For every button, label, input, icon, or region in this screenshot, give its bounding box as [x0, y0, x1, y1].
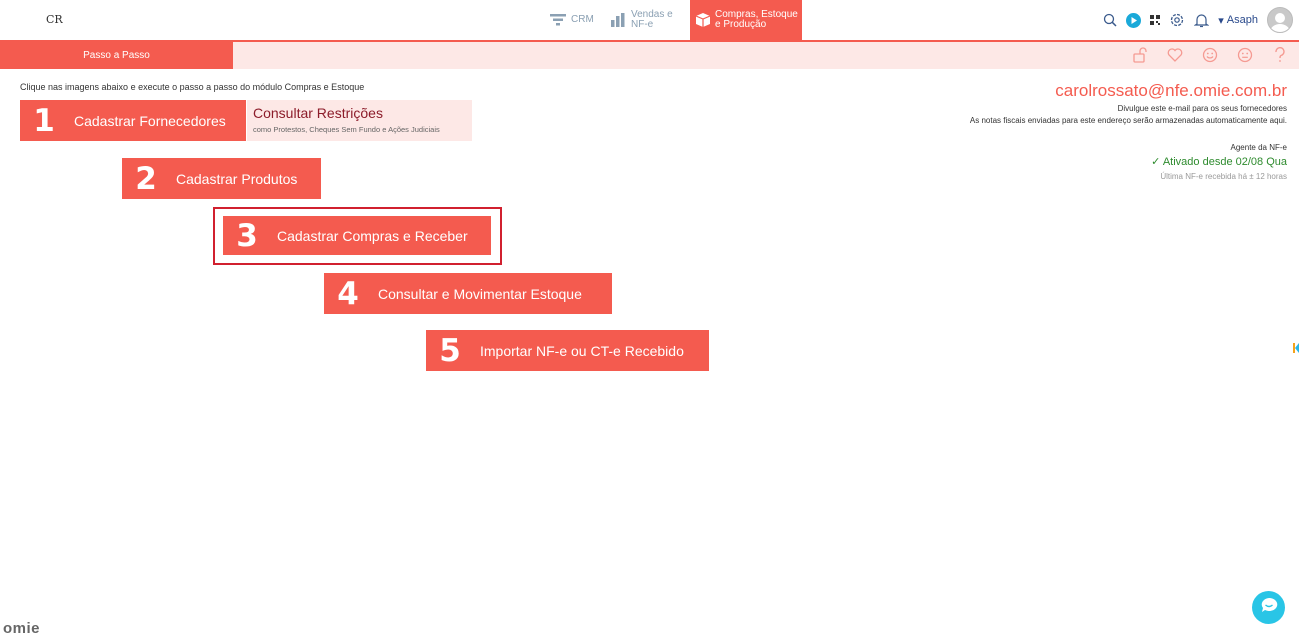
nfe-email[interactable]: carolrossato@nfe.omie.com.br — [970, 81, 1287, 101]
unlock-icon[interactable] — [1131, 46, 1149, 64]
step-label: Consultar e Movimentar Estoque — [378, 285, 582, 302]
nav-crm-label: CRM — [571, 14, 594, 25]
step-number: 3 — [236, 217, 258, 254]
tab-passo-a-passo[interactable]: Passo a Passo — [0, 42, 233, 69]
step-1-cadastrar-fornecedores[interactable]: 1 Cadastrar Fornecedores — [20, 100, 246, 141]
nfe-info-line-2: As notas fiscais enviadas para este ende… — [969, 116, 1287, 125]
step-5-importar-nfe[interactable]: 5 Importar NF-e ou CT-e Recebido — [426, 330, 709, 371]
intro-text: Clique nas imagens abaixo e execute o pa… — [20, 82, 365, 92]
nav-compras-label: Compras, Estoque e Produção — [715, 9, 798, 30]
play-icon[interactable] — [1126, 12, 1142, 28]
last-received: Última NF-e recebida há ± 12 horas — [1160, 172, 1287, 181]
step-label: Cadastrar Fornecedores — [74, 112, 226, 129]
check-icon: ✓ — [1151, 156, 1161, 168]
step-4-consultar-estoque[interactable]: 4 Consultar e Movimentar Estoque — [324, 273, 612, 314]
step-number: 1 — [33, 102, 55, 139]
step-label: Importar NF-e ou CT-e Recebido — [480, 342, 684, 359]
agent-label: Agente da NF-e — [1230, 143, 1287, 152]
footer-brand: omie — [3, 620, 41, 637]
header-actions: ▾ Asaph — [1103, 6, 1293, 34]
agent-status[interactable]: ✓ Ativado desde 02/08 Qua — [970, 155, 1287, 168]
step-2-cadastrar-produtos[interactable]: 2 Cadastrar Produtos — [122, 158, 321, 199]
step-label: Cadastrar Produtos — [176, 170, 298, 187]
gear-icon[interactable] — [1169, 12, 1185, 28]
caret-down-icon: ▾ — [1218, 14, 1224, 27]
funnel-icon — [550, 14, 566, 26]
step-3-cadastrar-compras[interactable]: 3 Cadastrar Compras e Receber — [223, 216, 491, 255]
neutral-face-icon[interactable] — [1236, 46, 1254, 64]
nav-vendas[interactable]: Vendas e NF-e — [611, 0, 673, 40]
box-icon — [696, 13, 710, 27]
heart-icon[interactable] — [1166, 46, 1184, 64]
nfe-info-panel: carolrossato@nfe.omie.com.br Divulgue es… — [970, 81, 1287, 181]
consultar-restricoes-button[interactable]: Consultar Restrições como Protestos, Che… — [247, 100, 472, 141]
company-logo[interactable]: CR — [46, 13, 63, 26]
nav-crm[interactable]: CRM — [550, 0, 594, 40]
restricoes-title: Consultar Restrições — [253, 105, 383, 121]
search-icon[interactable] — [1103, 13, 1117, 27]
avatar[interactable] — [1267, 7, 1293, 33]
step-number: 2 — [135, 160, 157, 197]
user-menu[interactable]: ▾ Asaph — [1218, 14, 1258, 27]
help-icon[interactable] — [1271, 46, 1289, 64]
user-name: Asaph — [1226, 14, 1258, 26]
step-number: 5 — [439, 332, 461, 369]
agent-status-text: Ativado desde 02/08 Qua — [1162, 156, 1287, 168]
sub-toolbar: Passo a Passo — [0, 40, 1299, 69]
smile-icon[interactable] — [1201, 46, 1219, 64]
step-label: Cadastrar Compras e Receber — [277, 227, 468, 244]
restricoes-subtitle: como Protestos, Cheques Sem Fundo e Açõe… — [253, 125, 440, 134]
bell-icon[interactable] — [1194, 13, 1210, 28]
top-bar: CR CRM Vendas e NF-e Compras, Estoque e … — [0, 0, 1299, 40]
side-widget-icon[interactable] — [1293, 340, 1299, 353]
nfe-info-line-1: Divulgue este e-mail para os seus fornec… — [1117, 104, 1287, 113]
chat-button[interactable] — [1252, 591, 1285, 624]
qr-code-icon[interactable] — [1150, 15, 1161, 25]
nav-vendas-label: Vendas e NF-e — [631, 9, 673, 30]
step-number: 4 — [337, 275, 359, 312]
bar-chart-icon — [611, 13, 626, 27]
sub-toolbar-icons — [1131, 46, 1289, 64]
chat-bubble-icon — [1260, 597, 1278, 618]
nav-compras[interactable]: Compras, Estoque e Produção — [690, 0, 802, 40]
